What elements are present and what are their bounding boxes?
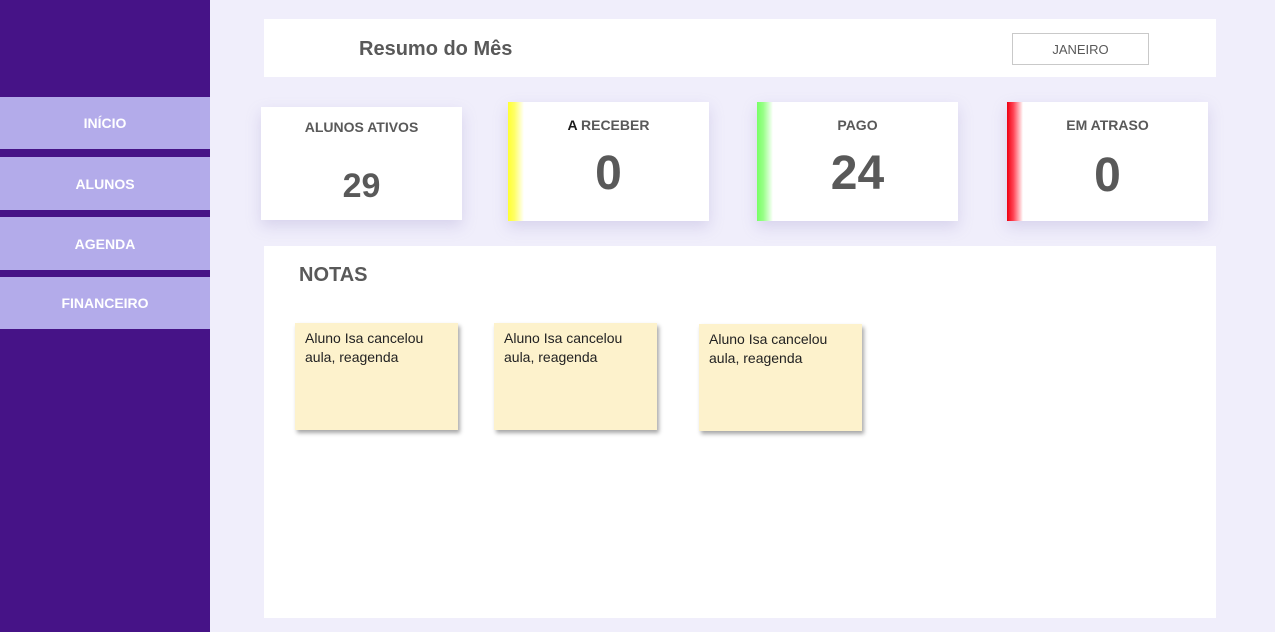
sidebar-item-inicio[interactable]: INÍCIO: [0, 97, 210, 149]
stat-value: 0: [1094, 149, 1121, 202]
sidebar-item-agenda[interactable]: AGENDA: [0, 217, 210, 270]
stat-label: ALUNOS ATIVOS: [304, 119, 419, 135]
stat-value: 0: [595, 147, 622, 200]
stat-card-em-atraso: EM ATRASO 0: [1007, 102, 1208, 221]
sidebar-item-label: FINANCEIRO: [61, 295, 149, 311]
month-selector[interactable]: JANEIRO: [1012, 33, 1149, 65]
notes-panel: NOTAS Aluno Isa cancelou aula, reagenda …: [264, 246, 1216, 618]
month-selector-value: JANEIRO: [1052, 41, 1109, 57]
stat-card-pago: PAGO 24: [757, 102, 958, 221]
sidebar-item-financeiro[interactable]: FINANCEIRO: [0, 277, 210, 329]
notes-title: NOTAS: [299, 264, 368, 286]
stat-label: PAGO: [837, 117, 878, 133]
stat-label-rest: RECEBER: [577, 117, 650, 133]
sticky-note[interactable]: Aluno Isa cancelou aula, reagenda: [699, 324, 862, 431]
stat-label: EM ATRASO: [1066, 117, 1149, 133]
stat-card-alunos-ativos: ALUNOS ATIVOS 29: [261, 107, 462, 220]
stat-label-prefix: A: [567, 117, 578, 133]
sidebar-item-label: INÍCIO: [83, 115, 127, 131]
stat-label: A RECEBER: [508, 117, 709, 133]
sidebar-item-label: ALUNOS: [75, 175, 135, 192]
sidebar-item-label: AGENDA: [74, 235, 136, 252]
header-bar: Resumo do Mês JANEIRO: [264, 19, 1216, 77]
sidebar-item-alunos[interactable]: ALUNOS: [0, 157, 210, 210]
sticky-note[interactable]: Aluno Isa cancelou aula, reagenda: [494, 323, 657, 430]
page-title: Resumo do Mês: [359, 38, 513, 60]
stat-card-a-receber: A RECEBER 0: [508, 102, 709, 221]
stat-value: 24: [830, 147, 885, 200]
sticky-note[interactable]: Aluno Isa cancelou aula, reagenda: [295, 323, 458, 430]
sidebar: INÍCIO ALUNOS AGENDA FINANCEIRO: [0, 0, 210, 632]
stat-value: 29: [342, 167, 381, 205]
app-root: INÍCIO ALUNOS AGENDA FINANCEIRO Resumo d…: [0, 0, 1275, 632]
